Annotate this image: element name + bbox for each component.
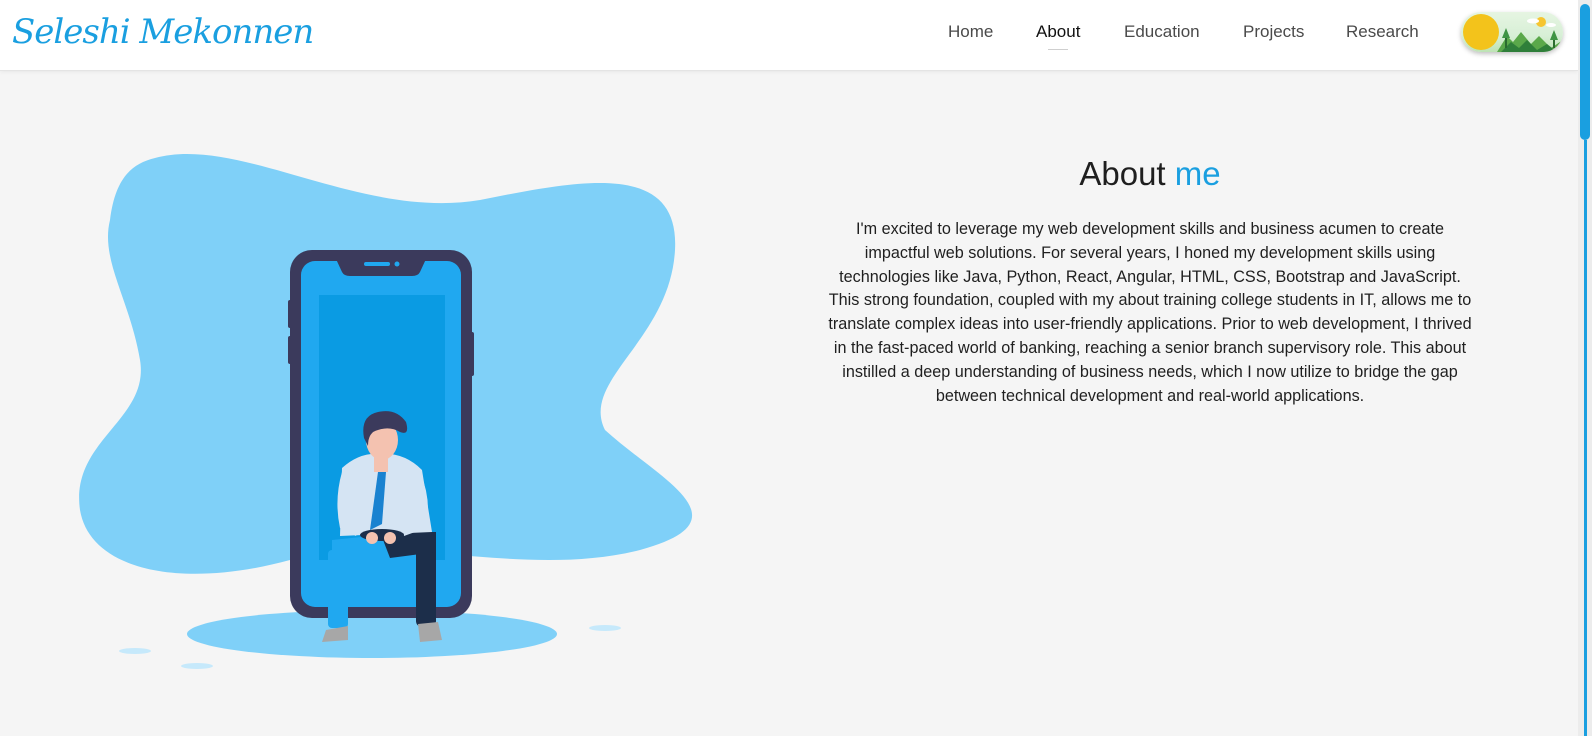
nav-about[interactable]: About — [1036, 22, 1080, 50]
site-header: Seleshi Mekonnen Home About Education Pr… — [0, 0, 1578, 71]
scrollbar-track — [1584, 140, 1587, 736]
sun-knob-icon — [1463, 14, 1499, 50]
about-illustration — [79, 154, 693, 669]
about-title: About me — [830, 155, 1470, 193]
scrollbar[interactable] — [1578, 0, 1592, 736]
scrollbar-thumb[interactable] — [1580, 4, 1590, 140]
nav-home[interactable]: Home — [948, 22, 993, 42]
about-paragraph: I'm excited to leverage my web developme… — [828, 220, 1472, 405]
theme-toggle[interactable] — [1461, 12, 1563, 52]
about-title-main: About — [1079, 155, 1166, 192]
main-nav: Home About Education Projects Research — [0, 0, 1578, 70]
nav-projects[interactable]: Projects — [1243, 22, 1304, 42]
nav-research[interactable]: Research — [1346, 22, 1419, 42]
about-title-accent: me — [1174, 155, 1221, 192]
nav-education[interactable]: Education — [1124, 22, 1200, 42]
